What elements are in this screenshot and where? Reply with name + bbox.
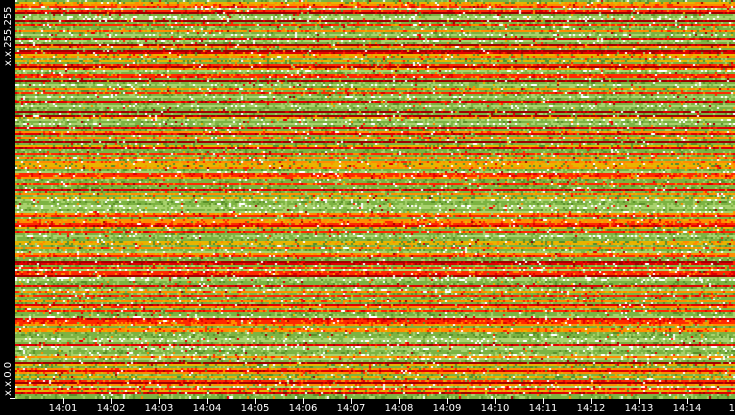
x-tick-label: 14:03 <box>144 403 174 414</box>
x-tick-label: 14:12 <box>576 403 606 414</box>
x-tick-label: 14:08 <box>384 403 414 414</box>
x-tick-label: 14:07 <box>336 403 366 414</box>
y-axis-bottom-label: x.x.0.0 <box>3 361 14 396</box>
x-tick-label: 14:10 <box>480 403 510 414</box>
x-tick-label: 14:11 <box>528 403 558 414</box>
heatmap-plot-area <box>15 0 735 399</box>
x-tick-label: 14:09 <box>432 403 462 414</box>
x-tick-label: 14 <box>728 403 735 414</box>
x-tick-label: 14:13 <box>624 403 654 414</box>
x-tick-label: 14:04 <box>192 403 222 414</box>
x-tick-label: 14:05 <box>240 403 270 414</box>
y-axis-top-label: x.x.255.255 <box>3 6 14 66</box>
x-tick-label: 14:06 <box>288 403 318 414</box>
x-tick-label: 14:14 <box>672 403 702 414</box>
x-tick-label: 14:02 <box>96 403 126 414</box>
y-axis-bottom-tick <box>10 398 15 399</box>
x-tick-label: 14:01 <box>48 403 78 414</box>
heatmap-row <box>15 396 735 399</box>
